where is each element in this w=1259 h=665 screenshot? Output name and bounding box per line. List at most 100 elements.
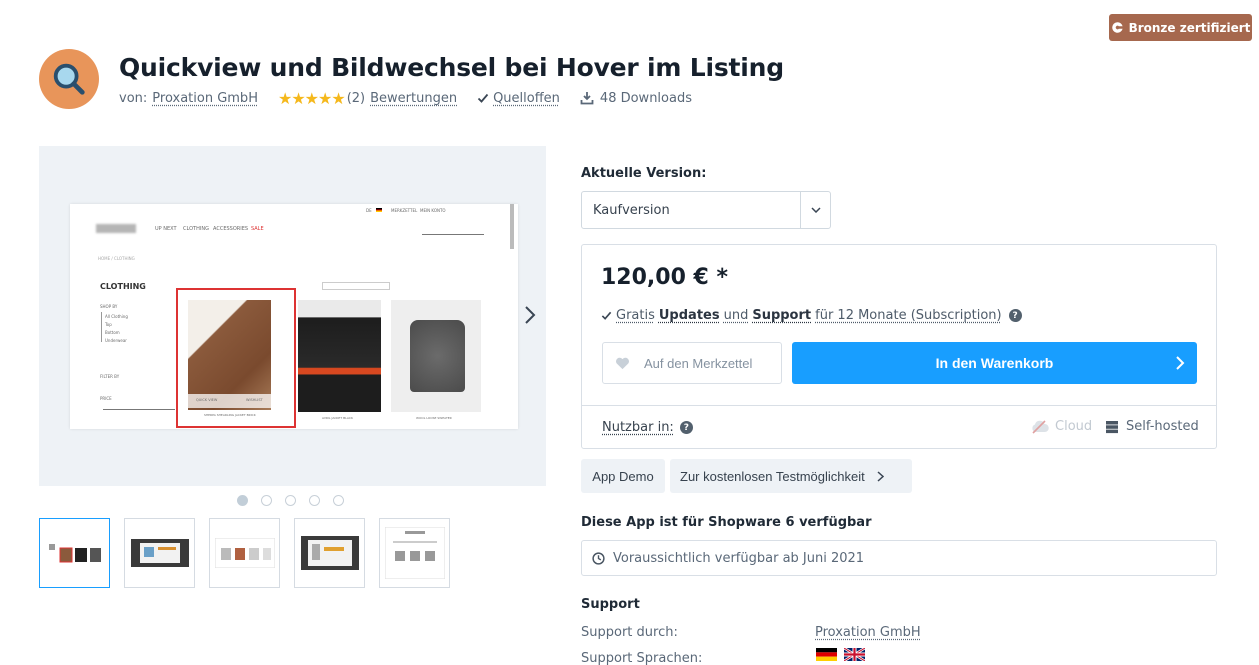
support-vendor-link[interactable]: Proxation GmbH (815, 625, 921, 640)
wishlist-button[interactable]: Auf den Merkzettel (602, 342, 782, 384)
star-rating-icon: ★★★★★ (277, 88, 346, 108)
help-icon[interactable]: ? (679, 421, 693, 434)
mock-flag (376, 208, 382, 212)
server-icon (1106, 420, 1118, 433)
app-demo-label: App Demo (592, 468, 654, 484)
downloads-count: 48 Downloads (599, 90, 692, 106)
availability-text: Voraussichtlich verfügbar ab Juni 2021 (613, 550, 865, 566)
open-source-info[interactable]: Quelloffen (477, 91, 560, 106)
cloud-disabled-icon (1032, 419, 1049, 434)
mock-nav-3: ACCESSORIES (213, 226, 249, 232)
ratings-link[interactable]: Bewertungen (370, 91, 457, 106)
cloud-option: Cloud (1030, 419, 1092, 434)
cloud-label: Cloud (1055, 419, 1093, 434)
chevron-right-icon (1176, 356, 1185, 370)
support-heading: Support (581, 597, 640, 612)
subscription-p5: für 12 Monate (Subscription) (815, 308, 1002, 323)
mock-heading: CLOTHING (100, 282, 146, 291)
support-languages (816, 648, 865, 661)
app-logo (39, 49, 99, 109)
mock-nav-1: UP NEXT (155, 226, 177, 232)
price-box: 120,00 € * Gratis Updates und Support fü… (581, 244, 1217, 449)
version-select[interactable]: Kaufversion (581, 191, 831, 229)
mock-shopby: SHOP BY (100, 304, 118, 309)
mock-breadcrumb: HOME / CLOTHING (98, 256, 135, 261)
subscription-info: Gratis Updates und Support für 12 Monate… (601, 308, 1022, 323)
support-languages-label: Support Sprachen: (581, 651, 703, 665)
mock-product-3-image (410, 320, 465, 392)
thumbnail[interactable] (39, 518, 110, 588)
rating-count: (2) (346, 90, 366, 106)
mock-price: PRICE (100, 396, 112, 401)
vendor-link[interactable]: Proxation GmbH (152, 91, 258, 106)
gallery-dots (237, 495, 344, 506)
support-by-label: Support durch: (581, 625, 678, 640)
mock-filter-line (101, 312, 102, 342)
gallery-next-arrow-icon[interactable] (523, 305, 537, 325)
mock-sort (322, 282, 390, 290)
german-flag-icon (816, 648, 837, 661)
wishlist-label: Auf den Merkzettel (644, 355, 753, 371)
self-hosted-label: Self-hosted (1126, 419, 1199, 434)
price: 120,00 € * (601, 265, 729, 290)
gallery-thumbnails (39, 518, 450, 588)
mock-filter-3: Bottom (105, 330, 120, 335)
mock-filter-1: All Clothing (105, 314, 128, 319)
gallery-dot[interactable] (261, 495, 272, 506)
by-prefix: von: (119, 90, 148, 106)
mock-search (422, 234, 484, 235)
app-demo-button[interactable]: App Demo (581, 459, 665, 493)
mock-nav-2: CLOTHING (183, 226, 209, 232)
subscription-p3: und (723, 308, 749, 323)
heart-icon (616, 357, 629, 369)
availability-box: Voraussichtlich verfügbar ab Juni 2021 (581, 540, 1217, 576)
cart-label: In den Warenkorb (935, 355, 1054, 371)
thumbnail[interactable] (124, 518, 195, 588)
sw6-heading: Diese App ist für Shopware 6 verfügbar (581, 515, 872, 530)
free-trial-button[interactable]: Zur kostenlosen Testmöglichkeit (670, 459, 912, 493)
usable-in-label-group: Nutzbar in: ? (602, 420, 693, 435)
subscription-p2: Updates (658, 308, 720, 323)
mock-wishlist: WISHLIST (246, 398, 263, 402)
usable-in-label: Nutzbar in: (602, 420, 674, 435)
mock-lang: DE (366, 208, 372, 213)
version-label: Aktuelle Version: (581, 166, 707, 181)
thumbnail[interactable] (294, 518, 365, 588)
mock-logo (96, 224, 136, 233)
mock-quickview: QUICK VIEW (196, 398, 218, 402)
chevron-down-icon[interactable] (800, 192, 830, 228)
app-meta: von: Proxation GmbH ★★★★★ (2) Bewertunge… (119, 89, 692, 108)
help-icon[interactable]: ? (1008, 309, 1022, 322)
mock-product-3-name: WOOL LOOSE SWEATER (416, 416, 452, 420)
download-icon (580, 92, 594, 105)
mock-filter-4: Underwear (105, 338, 127, 343)
uk-flag-icon (844, 648, 865, 661)
gallery-dot[interactable] (309, 495, 320, 506)
rating[interactable]: ★★★★★ (2) Bewertungen (278, 89, 457, 108)
free-trial-label: Zur kostenlosen Testmöglichkeit (680, 468, 865, 484)
clock-icon (592, 551, 605, 565)
mock-top-1: MERKZETTEL (391, 208, 418, 213)
thumbnail[interactable] (379, 518, 450, 588)
version-select-value: Kaufversion (593, 202, 670, 218)
checkmark-icon (477, 93, 489, 103)
usable-in: Nutzbar in: ? Cloud Self-hosted (582, 405, 1216, 449)
magnifier-icon (53, 63, 85, 95)
badge-label: Bronze zertifiziert (1128, 20, 1251, 35)
gallery-dot[interactable] (285, 495, 296, 506)
self-hosted-option: Self-hosted (1105, 419, 1199, 434)
screenshot-gallery[interactable]: DE MERKZETTEL MEIN KONTO UP NEXT CLOTHIN… (39, 146, 546, 486)
gallery-screenshot: DE MERKZETTEL MEIN KONTO UP NEXT CLOTHIN… (70, 204, 518, 429)
add-to-cart-button[interactable]: In den Warenkorb (792, 342, 1197, 384)
mock-filter-2: Top (105, 322, 112, 327)
subscription-p4: Support (752, 308, 812, 323)
page-title: Quickview und Bildwechsel bei Hover im L… (119, 53, 784, 82)
checkmark-icon (601, 311, 612, 320)
thumbnail[interactable] (209, 518, 280, 588)
mock-price-slider (103, 409, 175, 410)
gallery-dot[interactable] (333, 495, 344, 506)
chevron-right-icon (877, 470, 884, 482)
mock-top-2: MEIN KONTO (420, 208, 446, 213)
gallery-dot[interactable] (237, 495, 248, 506)
mock-filterby: FILTER BY (100, 374, 120, 379)
